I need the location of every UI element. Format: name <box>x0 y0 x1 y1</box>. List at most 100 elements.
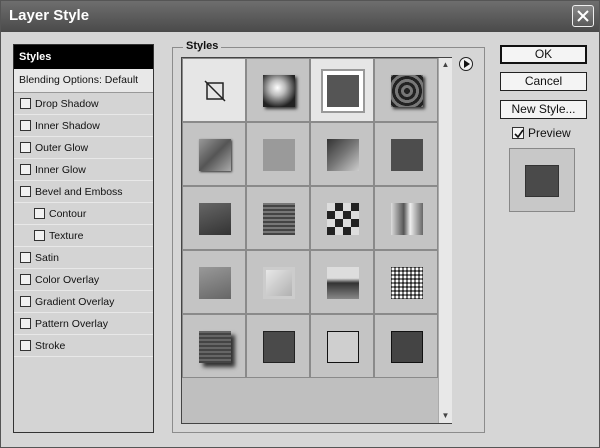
layer-style-dialog: Layer Style Styles Blending Options: Def… <box>0 0 600 448</box>
swatch-preview <box>327 75 359 107</box>
style-swatch[interactable] <box>374 314 438 378</box>
checkbox[interactable] <box>20 296 31 307</box>
style-swatch[interactable] <box>246 186 310 250</box>
style-swatch[interactable] <box>246 314 310 378</box>
style-swatch-panel: ▲ ▼ <box>181 57 452 424</box>
style-option-label: Satin <box>35 251 59 264</box>
swatch-preview <box>327 203 359 235</box>
style-option-item[interactable]: Contour <box>14 203 153 225</box>
swatch-preview <box>391 331 423 363</box>
preview-square <box>525 165 559 197</box>
close-button[interactable] <box>572 5 594 27</box>
style-option-item[interactable]: Outer Glow <box>14 137 153 159</box>
style-option-label: Gradient Overlay <box>35 295 115 308</box>
style-option-item[interactable]: Color Overlay <box>14 269 153 291</box>
style-option-item[interactable]: Satin <box>14 247 153 269</box>
preview-label: Preview <box>528 126 571 140</box>
style-option-label: Drop Shadow <box>35 97 99 110</box>
style-option-item[interactable]: Drop Shadow <box>14 93 153 115</box>
style-swatch[interactable] <box>246 58 310 122</box>
style-option-label: Inner Shadow <box>35 119 100 132</box>
style-swatch[interactable] <box>374 250 438 314</box>
style-option-item[interactable]: Inner Shadow <box>14 115 153 137</box>
swatch-preview <box>199 203 231 235</box>
swatch-preview <box>263 331 295 363</box>
checkbox[interactable] <box>20 274 31 285</box>
style-option-item[interactable]: Texture <box>14 225 153 247</box>
style-swatch[interactable] <box>246 250 310 314</box>
swatch-scrollbar[interactable]: ▲ ▼ <box>438 58 452 423</box>
style-option-label: Outer Glow <box>35 141 89 154</box>
style-option-item[interactable]: Stroke <box>14 335 153 357</box>
swatch-preview <box>391 75 423 107</box>
style-swatch[interactable] <box>182 58 246 122</box>
style-option-label: Stroke <box>35 339 66 352</box>
style-swatch[interactable] <box>374 58 438 122</box>
checkbox[interactable] <box>20 142 31 153</box>
window-title: Layer Style <box>9 7 90 24</box>
preview-checkbox[interactable]: Preview <box>512 126 571 140</box>
checkbox[interactable] <box>34 208 45 219</box>
swatch-preview <box>199 139 231 171</box>
style-option-label: Pattern Overlay <box>35 317 108 330</box>
style-swatch[interactable] <box>182 250 246 314</box>
new-style-button[interactable]: New Style... <box>500 100 587 119</box>
style-option-item[interactable]: Inner Glow <box>14 159 153 181</box>
style-swatch[interactable] <box>374 122 438 186</box>
preview-thumbnail <box>509 148 575 212</box>
style-swatch[interactable] <box>310 58 374 122</box>
swatch-preview <box>263 203 295 235</box>
title-bar: Layer Style <box>1 1 599 32</box>
style-swatch[interactable] <box>182 186 246 250</box>
style-option-label: Texture <box>49 229 84 242</box>
style-option-label: Bevel and Emboss <box>35 185 123 198</box>
checkbox[interactable] <box>20 120 31 131</box>
style-option-item[interactable]: Bevel and Emboss <box>14 181 153 203</box>
style-swatch[interactable] <box>182 314 246 378</box>
style-swatch[interactable] <box>310 122 374 186</box>
checkmark-icon[interactable] <box>512 127 524 139</box>
scroll-up-icon[interactable]: ▲ <box>439 58 452 72</box>
swatch-preview <box>327 331 359 363</box>
style-option-label: Contour <box>49 207 87 220</box>
checkbox[interactable] <box>20 186 31 197</box>
no-style-icon <box>199 75 231 107</box>
styles-menu-button[interactable] <box>459 57 473 71</box>
style-swatch[interactable] <box>310 314 374 378</box>
style-option-item[interactable]: Gradient Overlay <box>14 291 153 313</box>
style-option-item[interactable]: Pattern Overlay <box>14 313 153 335</box>
checkbox[interactable] <box>20 164 31 175</box>
style-swatch[interactable] <box>374 186 438 250</box>
swatch-preview <box>199 267 231 299</box>
checkbox[interactable] <box>20 98 31 109</box>
style-swatch[interactable] <box>182 122 246 186</box>
style-option-label: Color Overlay <box>35 273 100 286</box>
styles-list: Styles Blending Options: Default Drop Sh… <box>13 44 154 433</box>
close-icon <box>577 10 589 22</box>
swatch-preview <box>391 267 423 299</box>
checkbox[interactable] <box>34 230 45 241</box>
swatch-preview <box>263 267 295 299</box>
cancel-button[interactable]: Cancel <box>500 72 587 91</box>
styles-group-label: Styles <box>183 40 222 52</box>
styles-list-header[interactable]: Styles <box>14 45 153 69</box>
swatch-preview <box>391 139 423 171</box>
style-option-label: Inner Glow <box>35 163 86 176</box>
swatch-preview <box>327 139 359 171</box>
styles-group: Styles ▲ ▼ <box>172 40 485 433</box>
swatch-preview <box>391 203 423 235</box>
style-swatch[interactable] <box>246 122 310 186</box>
style-swatch[interactable] <box>310 186 374 250</box>
scroll-down-icon[interactable]: ▼ <box>439 409 452 423</box>
checkbox[interactable] <box>20 252 31 263</box>
blending-options-item[interactable]: Blending Options: Default <box>14 69 153 93</box>
checkbox[interactable] <box>20 340 31 351</box>
ok-button[interactable]: OK <box>500 45 587 64</box>
checkbox[interactable] <box>20 318 31 329</box>
swatch-preview <box>263 139 295 171</box>
swatch-preview <box>263 75 295 107</box>
play-arrow-icon <box>464 60 470 68</box>
swatch-preview <box>327 267 359 299</box>
swatch-preview <box>199 331 231 363</box>
style-swatch[interactable] <box>310 250 374 314</box>
